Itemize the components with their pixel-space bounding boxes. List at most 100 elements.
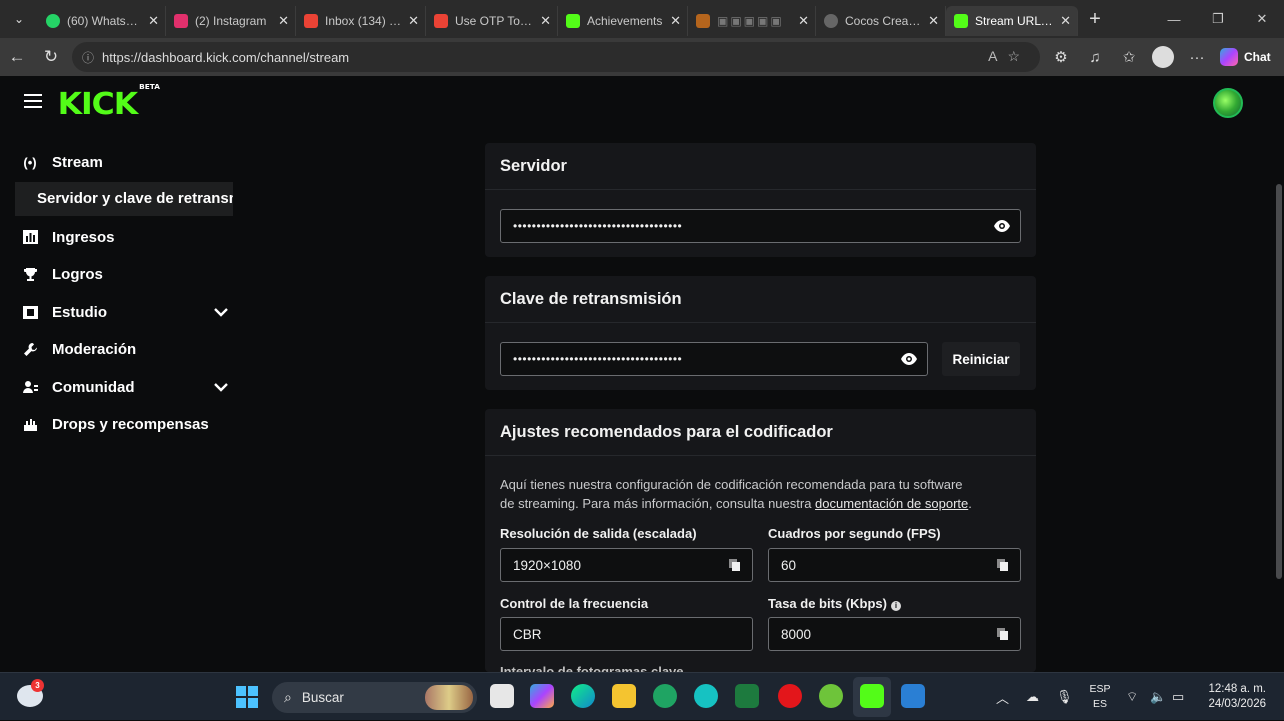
menu-icon[interactable] bbox=[24, 94, 42, 108]
media-icon[interactable]: ♫ bbox=[1078, 49, 1112, 66]
site-info-icon[interactable]: ⓘ bbox=[82, 49, 94, 66]
copilot-app-icon[interactable] bbox=[530, 684, 554, 708]
file-explorer-icon[interactable] bbox=[612, 684, 636, 708]
copy-icon[interactable] bbox=[729, 559, 740, 571]
read-aloud-favorite-icons[interactable]: A☆ bbox=[988, 48, 1030, 65]
extensions-icon[interactable]: ⚙ bbox=[1044, 48, 1078, 66]
page-scrollbar[interactable] bbox=[1276, 184, 1282, 579]
new-tab-plus-icon[interactable]: + bbox=[1078, 8, 1112, 31]
gmail-icon bbox=[434, 14, 448, 28]
sidebar-item-drops[interactable]: Drops y recompensas bbox=[14, 406, 234, 444]
kick-logo[interactable]: KICK BETA bbox=[58, 83, 160, 122]
whatsapp-icon bbox=[46, 14, 60, 28]
server-url-field[interactable]: •••••••••••••••••••••••••••••••••••• bbox=[500, 209, 1021, 243]
close-icon[interactable]: ✕ bbox=[1060, 13, 1071, 29]
user-avatar[interactable] bbox=[1213, 88, 1243, 118]
sidebar-item-comunidad[interactable]: Comunidad bbox=[14, 369, 234, 407]
tab-stream-url[interactable]: Stream URL & K ✕ bbox=[946, 6, 1078, 36]
site-icon bbox=[696, 14, 710, 28]
excel-icon[interactable] bbox=[735, 684, 759, 708]
close-icon[interactable]: ✕ bbox=[928, 13, 939, 29]
kick-icon bbox=[954, 14, 968, 28]
opera-icon[interactable] bbox=[778, 684, 802, 708]
taskbar-search-input[interactable]: ⌕ Buscar bbox=[272, 682, 477, 713]
battery-icon[interactable]: ▭ bbox=[1172, 673, 1184, 721]
close-icon[interactable]: ✕ bbox=[798, 13, 809, 29]
window-controls: — ❐ ✕ bbox=[1152, 0, 1284, 38]
url-input[interactable]: ⓘ https://dashboard.kick.com/channel/str… bbox=[72, 42, 1040, 72]
language-indicator[interactable]: ESP ES bbox=[1088, 682, 1112, 712]
tab-actions-chevron-icon[interactable]: ⌄ bbox=[0, 0, 38, 38]
tab-gmail-inbox[interactable]: Inbox (134) - ke ✕ bbox=[296, 6, 426, 36]
broadcast-icon: (•) bbox=[23, 155, 37, 171]
chart-icon bbox=[22, 229, 38, 245]
close-icon[interactable]: ✕ bbox=[670, 13, 681, 29]
sidebar-item-ingresos[interactable]: Ingresos bbox=[14, 219, 234, 257]
browser-toolbar: ⚙ ♫ ✩ ··· Chat bbox=[1044, 38, 1271, 76]
app-icon[interactable] bbox=[694, 684, 718, 708]
volume-icon[interactable]: 🔈 bbox=[1150, 673, 1166, 721]
tray-app-icon[interactable]: ☁ bbox=[1026, 673, 1039, 721]
utorrent-icon[interactable] bbox=[819, 684, 843, 708]
profile-avatar[interactable] bbox=[1152, 46, 1174, 68]
resolution-field[interactable]: 1920×1080 bbox=[500, 548, 753, 582]
task-view-icon[interactable] bbox=[490, 684, 514, 708]
remote-desktop-icon[interactable] bbox=[901, 684, 925, 708]
copy-icon[interactable] bbox=[997, 628, 1008, 640]
microphone-icon[interactable]: 🎙 bbox=[1056, 673, 1073, 721]
close-icon[interactable]: ✕ bbox=[540, 13, 551, 29]
notification-badge: 3 bbox=[31, 679, 44, 692]
tray-overflow-chevron-icon[interactable]: ︿ bbox=[996, 673, 1009, 721]
wifi-icon[interactable]: ⌔ bbox=[1126, 673, 1138, 721]
sidebar-item-server-key[interactable]: Servidor y clave de retransm bbox=[15, 181, 233, 216]
edge-browser-icon[interactable] bbox=[571, 684, 595, 708]
kick-dashboard: KICK BETA (•) Stream Servidor y clave de … bbox=[0, 76, 1284, 672]
reset-key-button[interactable]: Reiniciar bbox=[942, 342, 1020, 376]
system-clock[interactable]: 12:48 a. m. 24/03/2026 bbox=[1200, 682, 1266, 712]
tab-gmail-otp[interactable]: Use OTP To Pro ✕ bbox=[426, 6, 558, 36]
server-title: Servidor bbox=[485, 143, 1036, 190]
refresh-icon[interactable]: ↻ bbox=[34, 47, 68, 67]
copy-icon[interactable] bbox=[997, 559, 1008, 571]
bitrate-field[interactable]: 8000 bbox=[768, 617, 1021, 651]
bitrate-label: Tasa de bits (Kbps) i bbox=[768, 596, 901, 611]
sidebar-item-logros[interactable]: Logros bbox=[14, 256, 234, 294]
close-icon[interactable]: ✕ bbox=[278, 13, 289, 29]
tab-achievements[interactable]: Achievements ✕ bbox=[558, 6, 688, 36]
maximize-icon[interactable]: ❐ bbox=[1196, 11, 1240, 27]
sidebar-item-moderacion[interactable]: Moderación bbox=[14, 331, 234, 369]
windows-start-icon[interactable] bbox=[236, 686, 258, 708]
kick-icon bbox=[566, 14, 580, 28]
favorites-icon[interactable]: ✩ bbox=[1112, 48, 1146, 66]
sidebar-item-estudio[interactable]: Estudio bbox=[14, 294, 234, 332]
fps-field[interactable]: 60 bbox=[768, 548, 1021, 582]
recycle-app-icon[interactable] bbox=[653, 684, 677, 708]
tab-cocos-creator[interactable]: Cocos Creator ✕ bbox=[816, 6, 946, 36]
info-icon[interactable]: i bbox=[890, 601, 901, 611]
stream-key-title: Clave de retransmisión bbox=[485, 276, 1036, 323]
kick-app-icon[interactable] bbox=[860, 684, 884, 708]
chevron-down-icon[interactable] bbox=[214, 304, 228, 320]
sidebar-item-stream[interactable]: (•) Stream bbox=[14, 144, 234, 182]
encoder-description: Aquí tienes nuestra configuración de cod… bbox=[500, 477, 972, 511]
tab-unknown[interactable]: ▣▣▣▣▣ ✕ bbox=[688, 6, 816, 36]
copilot-chat-button[interactable]: Chat bbox=[1220, 48, 1271, 66]
support-docs-link[interactable]: documentación de soporte bbox=[815, 496, 968, 511]
fps-label: Cuadros por segundo (FPS) bbox=[768, 526, 941, 541]
close-icon[interactable]: ✕ bbox=[408, 13, 419, 29]
stream-key-field[interactable]: •••••••••••••••••••••••••••••••••••• bbox=[500, 342, 928, 376]
weather-widget-icon[interactable]: 3 bbox=[17, 679, 44, 707]
close-window-icon[interactable]: ✕ bbox=[1240, 11, 1284, 27]
eye-icon[interactable] bbox=[901, 352, 917, 366]
top-navigation: KICK BETA bbox=[0, 76, 1284, 132]
chevron-down-icon[interactable] bbox=[214, 379, 228, 395]
windows-taskbar: 3 ⌕ Buscar ︿ ☁ 🎙 ESP ES ⌔ 🔈 ▭ 12:48 a. m… bbox=[0, 672, 1284, 720]
tab-whatsapp[interactable]: (60) WhatsApp ✕ bbox=[38, 6, 166, 36]
more-options-icon[interactable]: ··· bbox=[1180, 49, 1214, 66]
back-arrow-icon[interactable]: ← bbox=[0, 47, 34, 67]
tab-instagram[interactable]: (2) Instagram ✕ bbox=[166, 6, 296, 36]
close-icon[interactable]: ✕ bbox=[148, 13, 159, 29]
minimize-icon[interactable]: — bbox=[1152, 12, 1196, 27]
rate-control-field[interactable]: CBR bbox=[500, 617, 753, 651]
eye-icon[interactable] bbox=[994, 219, 1010, 233]
